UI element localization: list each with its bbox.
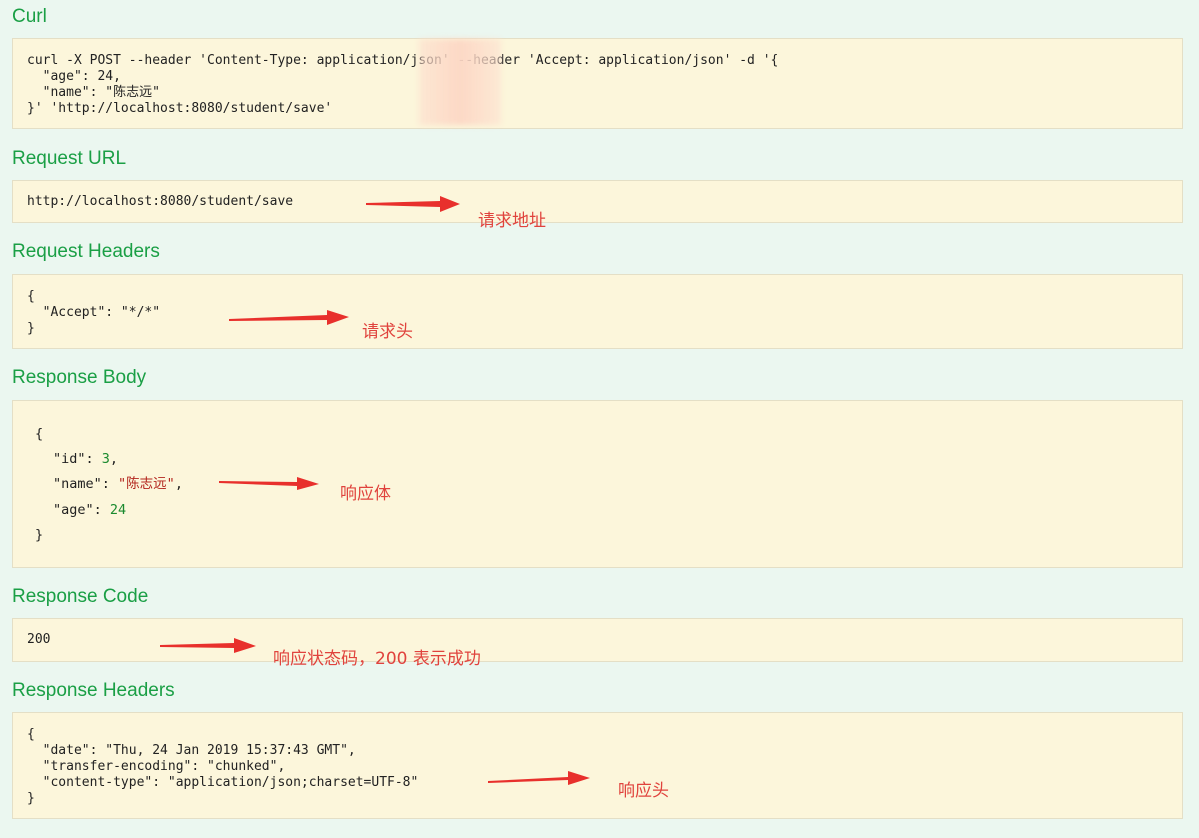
request-url-annotation: 请求地址: [478, 211, 546, 231]
field-trail: ,: [109, 451, 119, 467]
request-url-value: http://localhost:8080/student/save: [27, 194, 294, 209]
arrow-icon: [160, 638, 256, 653]
redaction-blur: [419, 39, 501, 125]
response-code-annotation: 响应状态码，200 表示成功: [273, 649, 481, 669]
curl-box: curl -X POST --header 'Content-Type: app…: [12, 38, 1183, 129]
arrow-icon: [366, 196, 460, 212]
curl-line: "age": 24,: [27, 69, 121, 84]
response-headers-line: "date": "Thu, 24 Jan 2019 15:37:43 GMT",: [27, 743, 356, 758]
curl-title: Curl: [12, 6, 47, 27]
response-body-field: "id": 3,: [53, 451, 119, 467]
response-headers-annotation: 响应头: [618, 781, 669, 801]
curl-line: "name": "陈志远": [27, 85, 160, 100]
request-headers-line: {: [27, 289, 35, 304]
response-body-annotation: 响应体: [340, 484, 391, 504]
response-headers-title: Response Headers: [12, 680, 175, 701]
field-value: 24: [109, 502, 127, 518]
response-body-box: { "id": 3, "name": "陈志远", "age": 24 }: [12, 400, 1183, 568]
field-key: "age": [53, 502, 94, 518]
request-headers-title: Request Headers: [12, 241, 160, 262]
arrow-icon: [219, 477, 319, 490]
request-headers-line: }: [27, 321, 35, 336]
field-key: "name": [53, 476, 102, 492]
request-url-box: http://localhost:8080/student/save: [12, 180, 1183, 223]
arrow-icon: [229, 310, 349, 325]
field-trail: ,: [174, 476, 183, 492]
request-headers-annotation: 请求头: [362, 322, 413, 342]
response-code-value: 200: [27, 632, 51, 647]
response-body-open: {: [35, 426, 44, 442]
response-body-close: }: [35, 527, 44, 543]
request-headers-line: "Accept": "*/*": [27, 305, 161, 320]
response-body-field: "name": "陈志远",: [53, 476, 183, 492]
curl-line: }' 'http://localhost:8080/student/save': [27, 101, 333, 116]
response-headers-box: { "date": "Thu, 24 Jan 2019 15:37:43 GMT…: [12, 712, 1183, 819]
response-headers-line: {: [27, 727, 35, 742]
request-headers-box: { "Accept": "*/*" }: [12, 274, 1183, 349]
curl-line: curl -X POST --header 'Content-Type: app…: [27, 53, 779, 68]
response-body-field: "age": 24: [53, 502, 127, 518]
response-headers-line: }: [27, 791, 35, 806]
field-value: "陈志远": [118, 476, 175, 492]
response-headers-line: "content-type": "application/json;charse…: [27, 775, 419, 790]
response-body-title: Response Body: [12, 367, 147, 388]
field-value: 3: [101, 451, 110, 467]
field-key: "id": [53, 451, 86, 467]
response-headers-line: "transfer-encoding": "chunked",: [27, 759, 286, 774]
arrow-icon: [488, 771, 590, 785]
response-code-title: Response Code: [12, 586, 149, 607]
request-url-title: Request URL: [12, 148, 127, 169]
